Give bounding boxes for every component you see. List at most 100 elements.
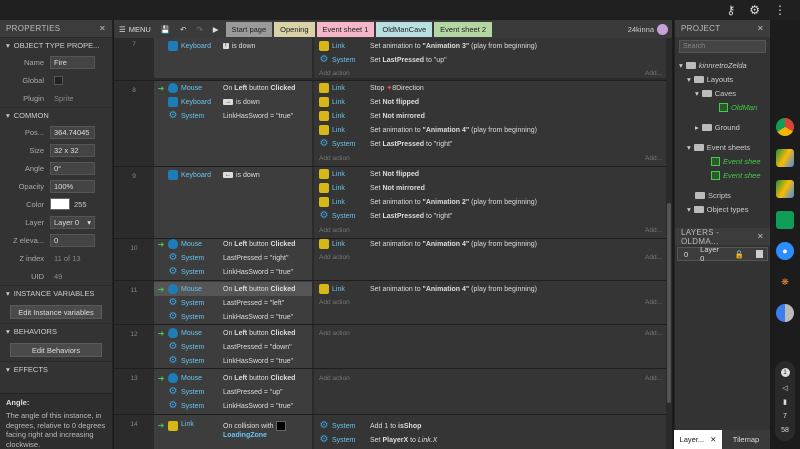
event-sheet[interactable]: 7 Keyboard! is down Link Set animation to … (114, 38, 666, 449)
tab-oldmancave[interactable]: OldManCave (376, 21, 433, 37)
action-row[interactable]: Link Set Not mirrored (314, 109, 666, 123)
tab-layers[interactable]: Layer... ✕ (674, 430, 722, 449)
condition-row[interactable]: ⚙ System LastPressed = "down" (154, 340, 312, 354)
edit-behaviors-button[interactable]: Edit Behaviors (10, 343, 102, 357)
add-action-link[interactable]: Add action Add... (314, 296, 666, 308)
tree-ground[interactable]: ▸ Ground (695, 120, 740, 134)
lock-icon[interactable]: 🔓 (735, 250, 744, 259)
user-area[interactable]: 24kinna (628, 23, 672, 35)
tree-layouts[interactable]: ▾ Layouts (687, 72, 733, 86)
event-block[interactable]: 14 ➜ Link On collision with LoadingZone ⚙ S… (114, 414, 666, 449)
action-row[interactable]: Link Set Not flipped (314, 167, 666, 181)
close-icon[interactable]: ✕ (99, 24, 106, 33)
tab-event-sheet-2[interactable]: Event sheet 2 (434, 21, 493, 37)
color-swatch[interactable] (50, 198, 70, 210)
condition-row[interactable]: ⚙ System LinkHasSword = "true" (154, 354, 312, 368)
condition-row[interactable]: Keyboard! is down (154, 39, 312, 53)
close-icon[interactable]: ✕ (710, 435, 716, 444)
add-action-link[interactable]: Add action Add... (314, 372, 666, 384)
action-row[interactable]: Link Set animation to "Animation 4" (play… (314, 237, 666, 251)
angle-field[interactable]: 0° (50, 161, 95, 175)
action-row[interactable]: Link Set animation to "Animation 4" (play… (314, 123, 666, 137)
tree-event-sheets[interactable]: ▾ Event sheets (687, 140, 750, 154)
tree-caves[interactable]: ▾ Caves (695, 86, 736, 100)
action-row[interactable]: ⚙ System Add 1 to isShop (314, 419, 666, 433)
condition-row[interactable]: ➜ Mouse On Left button Clicked (154, 326, 312, 340)
settings-icon[interactable]: ⚙ (749, 3, 760, 17)
more-vert-icon[interactable]: ⋮ (774, 3, 786, 17)
opacity-field[interactable]: 100% (50, 179, 95, 193)
condition-row[interactable]: ⚙ System LastPressed = "up" (154, 385, 312, 399)
condition-row[interactable]: ⚙ System LastPressed = "left" (154, 296, 312, 310)
event-block[interactable]: 11 ➜ Mouse On Left button Clicked ⚙ System L… (114, 280, 666, 324)
position-field[interactable]: 364.74045 (50, 125, 95, 139)
scrollbar-thumb[interactable] (667, 203, 671, 403)
condition-row[interactable]: ⚙ System LinkHasSword = "true" (154, 399, 312, 413)
tab-tilemap[interactable]: Tilemap (722, 430, 770, 449)
avatar[interactable] (657, 23, 668, 35)
tree-event-sheet-1[interactable]: Event shee (711, 154, 761, 168)
tab-start-page[interactable]: Start page (225, 21, 273, 37)
close-icon[interactable]: ✕ (757, 24, 764, 33)
event-block[interactable]: 12 ➜ Mouse On Left button Clicked ⚙ System L… (114, 324, 666, 368)
condition-row[interactable]: ⚙ System LinkHasSword = "true" (154, 109, 312, 123)
instance-variables-section[interactable]: ▾ INSTANCE VARIABLES (0, 285, 112, 301)
condition-row[interactable]: ⚙ System LinkHasSword = "true" (154, 310, 312, 324)
action-row[interactable]: Link Set animation to "Animation 3" (play… (314, 39, 666, 53)
add-action-link[interactable]: Add action Add... (314, 67, 666, 79)
menu-button[interactable]: ☰ MENU (114, 25, 156, 34)
key-icon[interactable]: ⚷ (726, 3, 735, 17)
undo-icon[interactable]: ↶ (175, 25, 191, 34)
tree-root[interactable]: ▾ kinnretroZelda (679, 58, 747, 72)
add-action-link[interactable]: Add action Add... (314, 224, 666, 236)
google-drive-icon[interactable] (776, 180, 794, 198)
name-field[interactable]: Fire (50, 55, 95, 69)
tree-oldman-layout[interactable]: OldMan (719, 100, 757, 114)
tree-event-sheet-2[interactable]: Event shee (711, 168, 761, 182)
action-row[interactable]: ⚙ System Set LastPressed to "up" (314, 53, 666, 67)
action-row[interactable]: Link Stop ✦8Direction (314, 81, 666, 95)
close-icon[interactable]: ✕ (757, 232, 764, 241)
size-field[interactable]: 32 x 32 (50, 143, 95, 157)
action-row[interactable]: Link Set Not flipped (314, 95, 666, 109)
event-block[interactable]: 9 Keyboard ← is down Link Set Not flipped L… (114, 166, 666, 238)
redo-icon[interactable]: ↷ (191, 25, 207, 34)
effects-section[interactable]: ▾ EFFECTS (0, 361, 112, 377)
action-row[interactable]: Link Set animation to "Animation 4" (play… (314, 282, 666, 296)
tab-opening[interactable]: Opening (274, 21, 315, 37)
global-checkbox[interactable] (54, 75, 63, 85)
layer-row[interactable]: 0 Layer 0 🔓 (677, 245, 768, 263)
condition-row[interactable]: ⚙ System LinkHasSword = "true" (154, 265, 312, 279)
tree-object-types[interactable]: ▾ Object types (687, 202, 748, 216)
tree-scripts[interactable]: Scripts (695, 188, 731, 202)
project-search-input[interactable]: Search (679, 40, 766, 53)
layer-select[interactable]: Layer 0 ▾ (50, 215, 95, 229)
add-action-link[interactable]: Add action Add... (314, 152, 666, 164)
event-block[interactable]: 10 ➜ Mouse On Left button Clicked ⚙ System L… (114, 238, 666, 280)
play-icon[interactable]: ▶ (208, 25, 224, 34)
common-section[interactable]: ▾ COMMON (0, 107, 112, 123)
edit-instance-variables-button[interactable]: Edit Instance variables (10, 305, 102, 319)
action-row[interactable]: Link Set Not mirrored (314, 181, 666, 195)
event-block[interactable]: 13 ➜ Mouse On Left button Clicked ⚙ System L… (114, 368, 666, 414)
status-tray[interactable]: 1 ◁ ▮ 7 58 (775, 361, 795, 441)
chrome-canary-icon[interactable] (776, 304, 794, 322)
condition-row[interactable]: Keyboard → is down (154, 95, 312, 109)
condition-row-selected[interactable]: ➜ Mouse On Left button Clicked (154, 282, 312, 296)
zoom-icon[interactable]: ● (776, 242, 794, 260)
add-action-link[interactable]: Add action Add... (314, 251, 666, 263)
condition-row[interactable]: ⚙ System LastPressed = "right" (154, 251, 312, 265)
behaviors-section[interactable]: ▾ BEHAVIORS (0, 323, 112, 339)
chrome-icon[interactable] (776, 118, 794, 136)
google-drive-icon[interactable] (776, 149, 794, 167)
visibility-checkbox-icon[interactable] (755, 250, 763, 258)
tab-event-sheet-1[interactable]: Event sheet 1 (316, 21, 375, 37)
event-block[interactable]: 8 ➜ Mouse On Left button Clicked Keyboard →… (114, 80, 666, 166)
action-row[interactable]: ⚙ System Set PlayerX to Link.X (314, 433, 666, 447)
event-block[interactable]: 7 Keyboard! is down Link Set animation to … (114, 38, 666, 78)
condition-row[interactable]: Keyboard ← is down (154, 168, 312, 182)
condition-row[interactable]: ➜ Mouse On Left button Clicked (154, 371, 312, 385)
condition-row[interactable]: ➜ Mouse On Left button Clicked (154, 237, 312, 251)
action-row[interactable]: ⚙ System Set LastPressed to "right" (314, 209, 666, 223)
condition-row[interactable]: ➜ Mouse On Left button Clicked (154, 81, 312, 95)
